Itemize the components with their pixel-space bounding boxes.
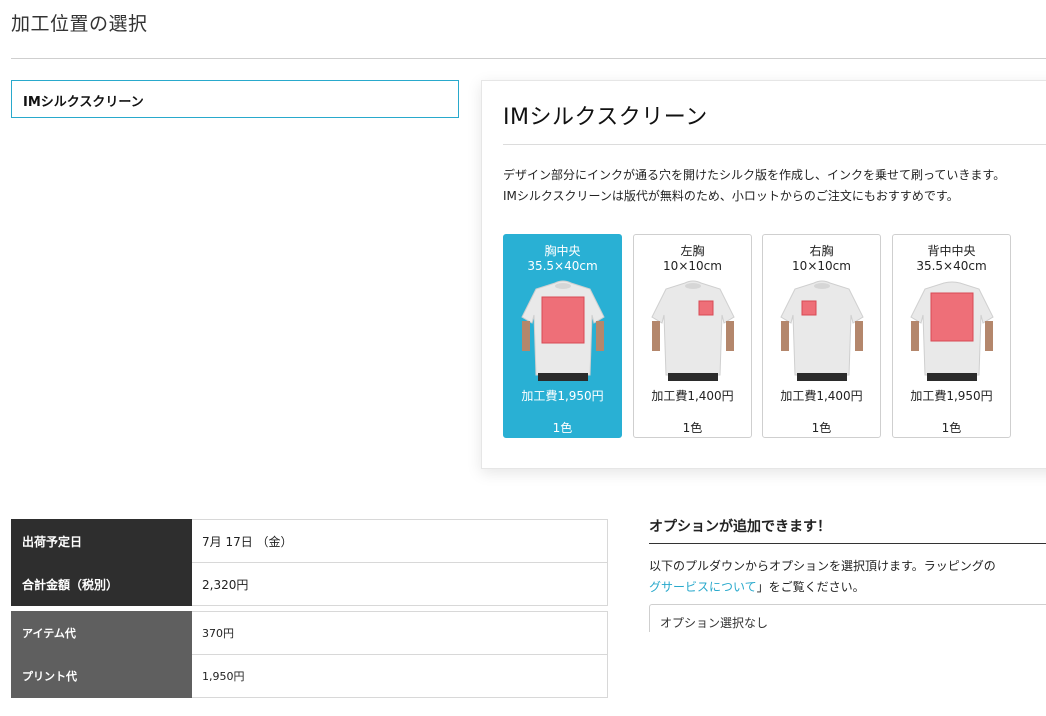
- title-divider: [11, 58, 1046, 59]
- item-cost-value: 370円: [191, 611, 608, 655]
- method-detail-panel: IMシルクスクリーン デザイン部分にインクが通る穴を開けたシルク版を作成し、イン…: [481, 80, 1046, 469]
- options-heading: オプションが追加できます！: [649, 519, 831, 535]
- table-row: プリント代 1,950円: [11, 654, 608, 698]
- position-price: 加工費1,950円: [910, 389, 993, 403]
- position-size: 10×10cm: [792, 259, 851, 273]
- position-size: 35.5×40cm: [527, 259, 598, 273]
- print-method-select[interactable]: IMシルクスクリーン: [11, 80, 459, 118]
- position-card-back-center[interactable]: 背中中央 35.5×40cm 加工費1,950円 1色: [892, 234, 1011, 438]
- options-text-line: グサービスについて」をご覧ください。: [649, 577, 1046, 598]
- table-row: アイテム代 370円: [11, 611, 608, 655]
- ship-date-label: 出荷予定日: [11, 519, 192, 563]
- order-summary-table: 出荷予定日 7月 17日 （金） 合計金額（税別） 2,320円: [11, 519, 608, 606]
- position-colors: 1色: [941, 421, 962, 435]
- position-price: 加工費1,950円: [521, 389, 604, 403]
- table-row: 出荷予定日 7月 17日 （金）: [11, 519, 608, 563]
- total-value: 2,320円: [191, 562, 608, 606]
- position-price: 加工費1,400円: [651, 389, 734, 403]
- panel-description: デザイン部分にインクが通る穴を開けたシルク版を作成し、インクを乗せて刷っていきま…: [503, 165, 1046, 207]
- wrapping-service-link[interactable]: グサービスについて: [649, 580, 757, 594]
- position-price: 加工費1,400円: [780, 389, 863, 403]
- item-cost-label: アイテム代: [11, 611, 192, 655]
- ship-date-value: 7月 17日 （金）: [191, 519, 608, 563]
- position-card-left-chest[interactable]: 左胸 10×10cm 加工費1,400円 1色: [633, 234, 752, 438]
- panel-divider: [503, 144, 1046, 145]
- position-colors: 1色: [811, 421, 832, 435]
- position-name: 左胸: [680, 244, 705, 258]
- position-name: 胸中央: [544, 244, 581, 258]
- position-card-chest-center[interactable]: 胸中央 35.5×40cm 加工費1,950円 1色: [503, 234, 622, 438]
- tshirt-front-image: [651, 280, 735, 381]
- table-row: 合計金額（税別） 2,320円: [11, 562, 608, 606]
- position-name: 背中中央: [927, 244, 976, 258]
- tshirt-front-image: [780, 280, 864, 381]
- options-description: 以下のプルダウンからオプションを選択頂けます。ラッピングの グサービスについて」…: [649, 556, 1046, 598]
- tshirt-front-image: [521, 279, 605, 381]
- position-size: 35.5×40cm: [916, 259, 987, 273]
- option-select-dropdown[interactable]: オプション選択なし: [649, 604, 1046, 632]
- position-size: 10×10cm: [663, 259, 722, 273]
- tshirt-back-image: [910, 281, 994, 381]
- total-label: 合計金額（税別）: [11, 562, 192, 606]
- options-text-line: 以下のプルダウンからオプションを選択頂けます。ラッピングの: [649, 559, 996, 573]
- position-card-right-chest[interactable]: 右胸 10×10cm 加工費1,400円 1色: [762, 234, 881, 438]
- print-cost-label: プリント代: [11, 654, 192, 698]
- position-name: 右胸: [809, 244, 834, 258]
- page-title: 加工位置の選択: [11, 13, 148, 35]
- print-cost-value: 1,950円: [191, 654, 608, 698]
- panel-title: IMシルクスクリーン: [503, 105, 708, 130]
- description-line: IMシルクスクリーンは版代が無料のため、小ロットからのご注文にもおすすめです。: [503, 189, 959, 203]
- description-line: デザイン部分にインクが通る穴を開けたシルク版を作成し、インクを乗せて刷っていきま…: [503, 168, 1006, 182]
- position-colors: 1色: [682, 421, 703, 435]
- price-breakdown-table: アイテム代 370円 プリント代 1,950円: [11, 611, 608, 698]
- position-colors: 1色: [552, 421, 573, 435]
- options-divider: [649, 543, 1046, 544]
- options-text-rest: 」をご覧ください。: [756, 580, 865, 594]
